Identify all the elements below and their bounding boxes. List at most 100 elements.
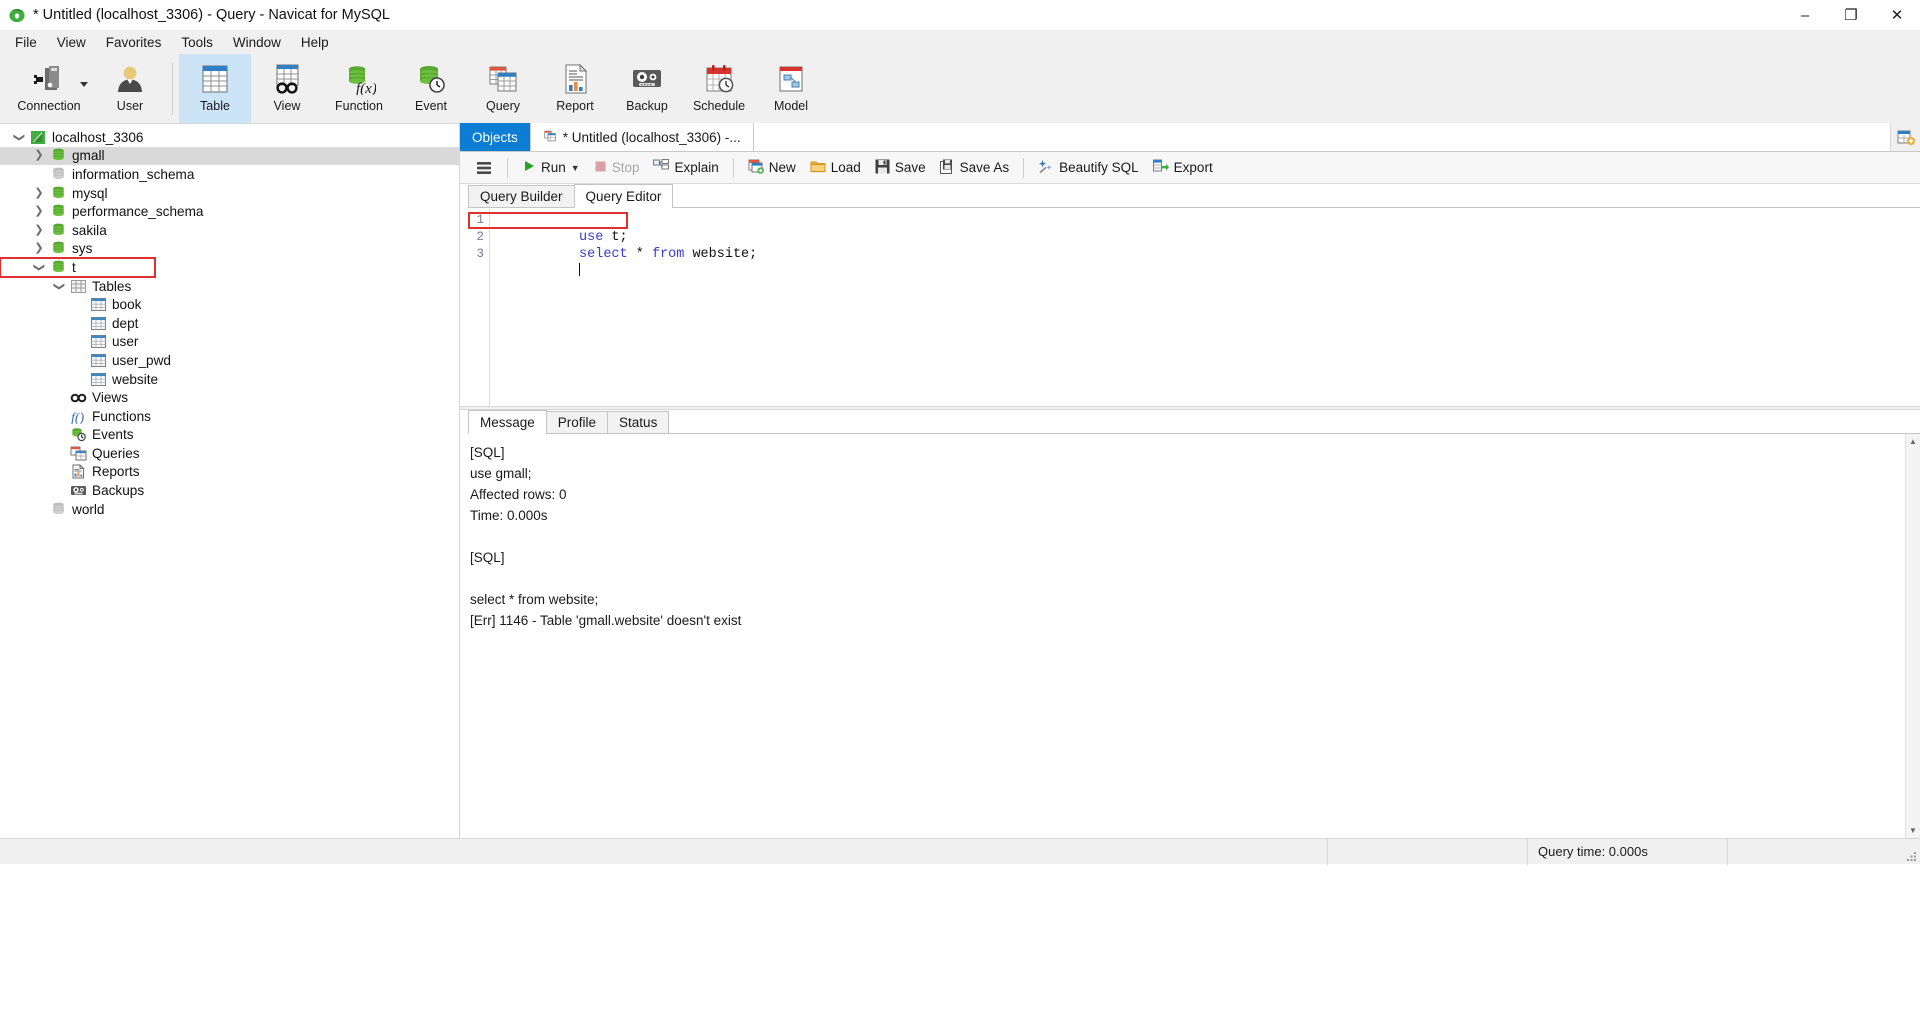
toolbar-schedule-label: Schedule: [692, 99, 746, 113]
tab-message[interactable]: Message: [468, 410, 547, 434]
tab-query-untitled[interactable]: * Untitled (localhost_3306) -...: [529, 123, 754, 151]
tree-node-user[interactable]: user: [0, 333, 459, 352]
tree-node-functions[interactable]: f() Functions: [0, 407, 459, 426]
chevron-down-icon[interactable]: [80, 82, 88, 87]
database-gray-icon: [50, 167, 67, 182]
tab-query-builder[interactable]: Query Builder: [468, 185, 575, 208]
new-tab-plus-icon[interactable]: [1890, 123, 1920, 151]
chevron-right-icon[interactable]: ❯: [28, 224, 50, 236]
tree-node-events[interactable]: Events: [0, 426, 459, 445]
toolbar-view-button[interactable]: View: [251, 54, 323, 123]
toolbar-schedule-button[interactable]: Schedule: [683, 54, 755, 123]
tree-node-views[interactable]: Views: [0, 388, 459, 407]
chevron-down-icon[interactable]: ❯: [8, 132, 30, 143]
tab-profile[interactable]: Profile: [545, 411, 609, 434]
status-query-time: Query time: 0.000s: [1528, 838, 1728, 865]
result-tabstrip-filler: [668, 411, 1920, 434]
scroll-down-icon[interactable]: ▼: [1906, 823, 1920, 838]
sql-editor[interactable]: 1 2 3 use t; select * from website;: [460, 208, 1920, 406]
tree-node-t[interactable]: ❯ t: [0, 257, 156, 278]
tree-node-localhost-3306[interactable]: ❯ localhost_3306: [0, 128, 459, 147]
tree-node-book[interactable]: book: [0, 295, 459, 314]
menu-tools[interactable]: Tools: [172, 32, 222, 53]
close-button[interactable]: ✕: [1874, 0, 1920, 30]
load-button[interactable]: Load: [803, 156, 868, 179]
query-icon: [486, 60, 520, 98]
tree-node-performance-schema[interactable]: ❯ performance_schema: [0, 202, 459, 221]
tree-node-queries[interactable]: Queries: [0, 444, 459, 463]
tab-status[interactable]: Status: [607, 411, 670, 434]
run-button[interactable]: Run ▼: [515, 156, 587, 179]
menu-window[interactable]: Window: [224, 32, 290, 53]
toolbar-model-button[interactable]: Model: [755, 54, 827, 123]
save-label: Save: [894, 160, 926, 175]
tree-node-reports[interactable]: Reports: [0, 463, 459, 482]
resize-grip-icon[interactable]: [1898, 839, 1920, 865]
chevron-right-icon[interactable]: ❯: [28, 206, 50, 217]
message-scrollbar[interactable]: ▲ ▼: [1905, 434, 1920, 838]
pane-tabstrip: Objects * Untitled (localhost_3306) -...: [460, 123, 1920, 152]
save-as-button[interactable]: Save As: [933, 156, 1017, 180]
function-fx-icon: f(): [70, 409, 87, 426]
chevron-down-icon[interactable]: ▼: [571, 163, 580, 173]
toolbar-function-label: Function: [335, 99, 383, 113]
tree-node-tables[interactable]: ❯ Tables: [0, 277, 459, 296]
save-button[interactable]: Save: [868, 156, 933, 180]
view-glasses-icon: [270, 60, 304, 98]
tree-node-label: Views: [92, 390, 129, 406]
minimize-button[interactable]: –: [1782, 0, 1828, 30]
tree-node-user-pwd[interactable]: user_pwd: [0, 351, 459, 370]
menu-file[interactable]: File: [6, 32, 46, 53]
object-tree-sidebar[interactable]: ❯ localhost_3306 ❯ gmall information_schema ❯…: [0, 124, 460, 838]
maximize-button[interactable]: ❐: [1828, 0, 1874, 30]
toolbar-event-button[interactable]: Event: [395, 54, 467, 123]
tree-node-information-schema[interactable]: information_schema: [0, 165, 459, 184]
tree-node-gmall[interactable]: ❯ gmall: [0, 146, 459, 166]
tab-objects[interactable]: Objects: [460, 123, 530, 151]
tree-node-sakila[interactable]: ❯ sakila: [0, 221, 459, 240]
scroll-up-icon[interactable]: ▲: [1906, 434, 1920, 449]
message-text: [SQL] use gmall; Affected rows: 0 Time: …: [470, 445, 742, 628]
toolbar-query-button[interactable]: Query: [467, 54, 539, 123]
toolbar-report-button[interactable]: Report: [539, 54, 611, 123]
sql-code-content[interactable]: use t; select * from website;: [490, 208, 1920, 406]
chevron-down-icon[interactable]: ❯: [48, 281, 70, 292]
schedule-calendar-icon: [702, 60, 736, 98]
toolbar-connection-button[interactable]: Connection: [4, 54, 94, 123]
line-number: 3: [476, 247, 484, 261]
toolbar-user-button[interactable]: User: [94, 54, 166, 123]
export-button[interactable]: Export: [1146, 156, 1220, 179]
code-line-2: select * from website;: [498, 229, 1920, 262]
beautify-sql-button[interactable]: Beautify SQL: [1031, 156, 1146, 180]
menu-favorites[interactable]: Favorites: [97, 32, 171, 53]
tab-query-editor[interactable]: Query Editor: [573, 184, 674, 208]
tree-node-mysql[interactable]: ❯ mysql: [0, 184, 459, 203]
chevron-right-icon[interactable]: ❯: [28, 150, 50, 161]
tree-node-website[interactable]: website: [0, 370, 459, 389]
tree-node-backups[interactable]: Backups: [0, 481, 459, 500]
tree-node-world[interactable]: world: [0, 500, 459, 519]
toolbar-function-button[interactable]: f(x) Function: [323, 54, 395, 123]
sql-table-website: website;: [684, 247, 758, 262]
menu-view[interactable]: View: [48, 32, 95, 53]
result-tabstrip: Message Profile Status: [460, 410, 1920, 434]
tree-node-label: sakila: [72, 222, 107, 238]
chevron-down-icon[interactable]: ❯: [28, 262, 50, 273]
tree-node-dept[interactable]: dept: [0, 314, 459, 333]
chevron-right-icon[interactable]: ❯: [28, 187, 50, 199]
toolbar-backup-button[interactable]: Backup: [611, 54, 683, 123]
toolbar-query-label: Query: [485, 99, 521, 113]
sparkle-wand-icon: [1038, 159, 1054, 177]
toolbar-table-button[interactable]: Table: [179, 54, 251, 123]
hamburger-menu-icon[interactable]: [468, 157, 500, 179]
new-button[interactable]: New: [741, 156, 803, 180]
editor-tabstrip-filler: [672, 185, 1920, 208]
tree-node-sys[interactable]: ❯ sys: [0, 240, 459, 259]
sql-text-1: t;: [603, 230, 628, 245]
new-label: New: [768, 160, 796, 175]
scroll-track[interactable]: [1906, 449, 1920, 823]
chevron-right-icon[interactable]: ❯: [28, 243, 50, 254]
report-icon: [70, 464, 87, 479]
explain-button[interactable]: Explain: [646, 156, 725, 179]
menu-help[interactable]: Help: [292, 32, 338, 53]
